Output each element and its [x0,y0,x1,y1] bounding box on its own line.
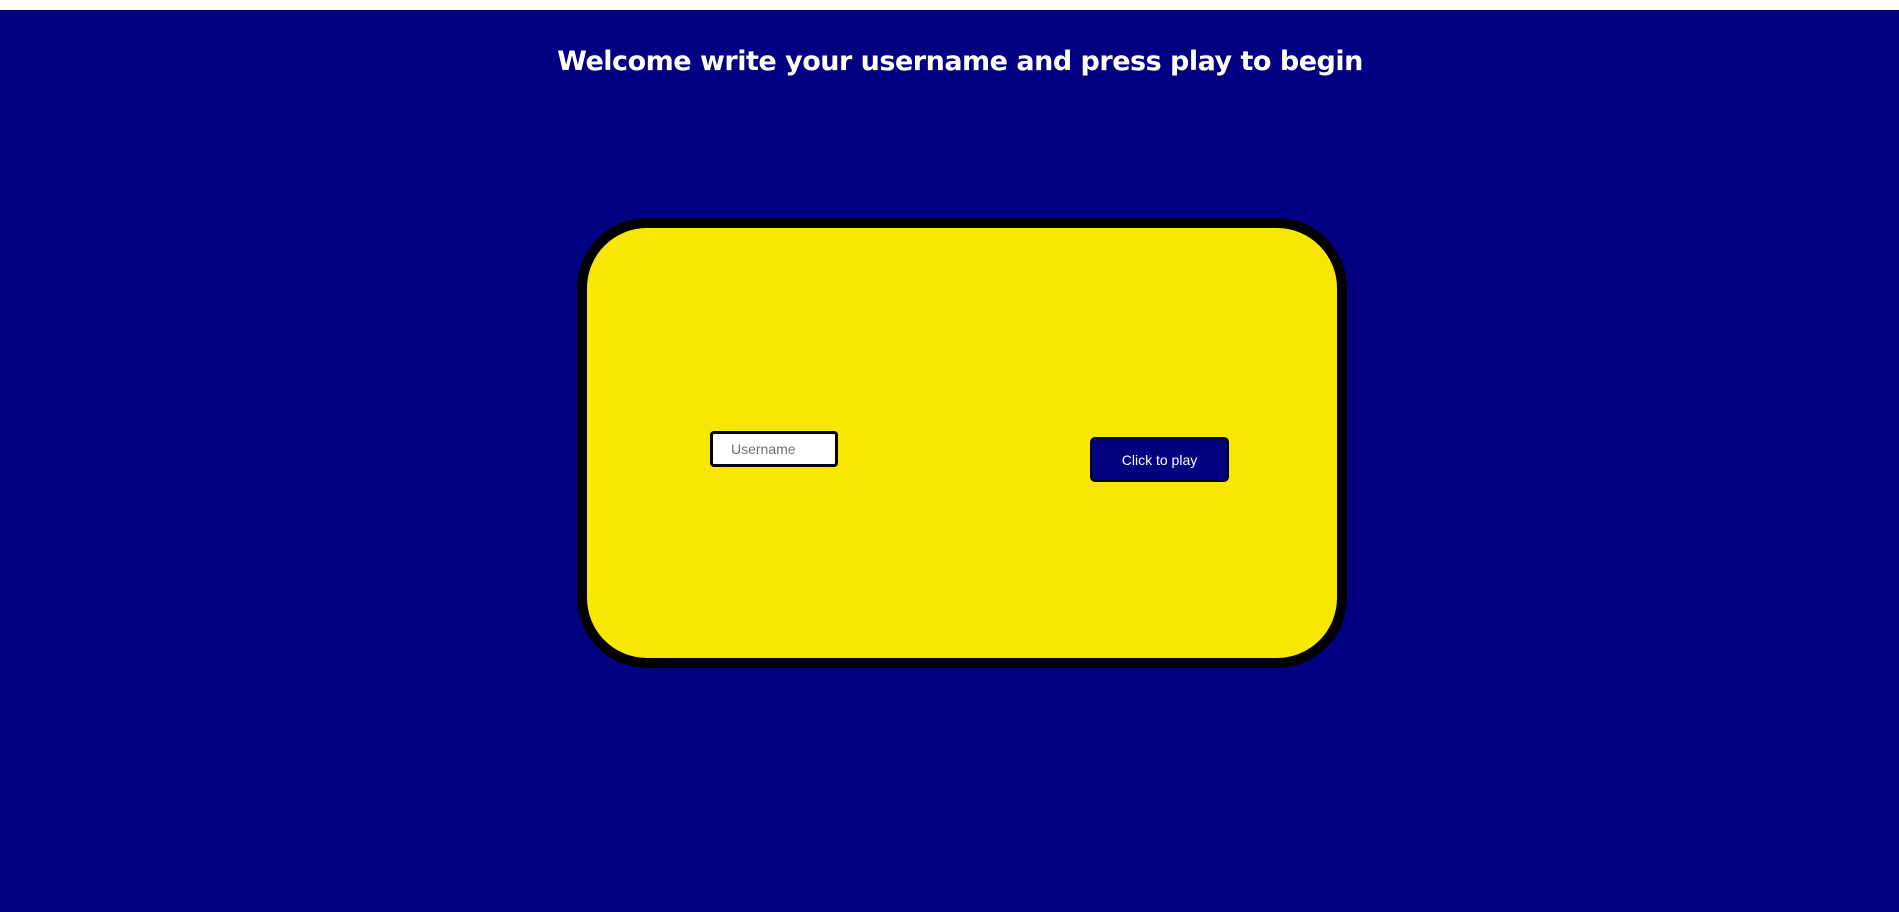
username-input[interactable] [710,431,838,467]
game-background: Welcome write your username and press pl… [0,10,1899,912]
login-card: Click to play [577,218,1347,668]
play-button[interactable]: Click to play [1090,437,1229,482]
page-title: Welcome write your username and press pl… [557,46,1363,77]
